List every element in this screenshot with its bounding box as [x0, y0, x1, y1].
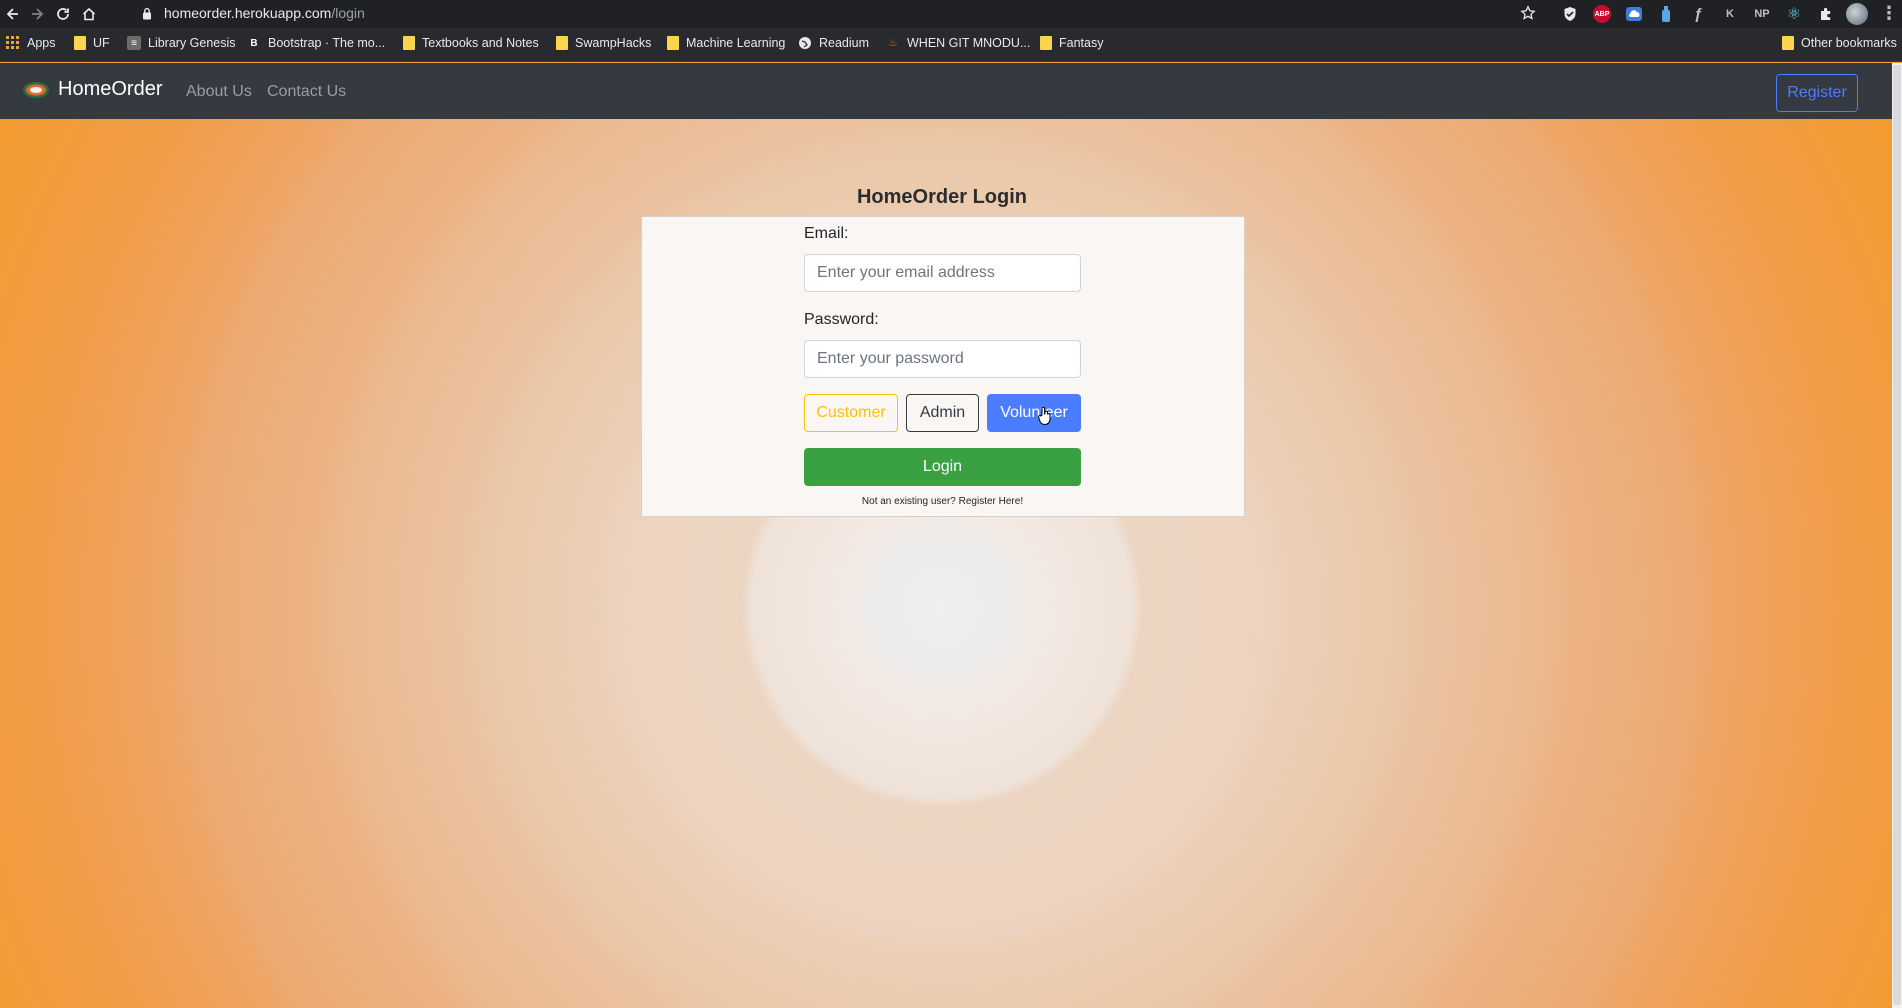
adblock-icon[interactable]: ABP	[1590, 4, 1614, 24]
np-icon[interactable]: NP	[1750, 4, 1774, 24]
folder-icon	[403, 36, 415, 50]
bookmarks-bar: Apps UF ≡ Library Genesis B Bootstrap · Th…	[0, 28, 1902, 62]
bookmark-readium[interactable]: Readium	[798, 36, 869, 50]
menu-icon[interactable]: ⋮	[1880, 4, 1898, 22]
cloud-icon[interactable]	[1622, 4, 1646, 24]
reload-icon[interactable]	[52, 3, 74, 25]
email-label: Email:	[804, 225, 849, 242]
password-field[interactable]	[804, 340, 1081, 378]
bookmark-other[interactable]: Other bookmarks	[1782, 36, 1897, 50]
git-meme-icon: ♨	[888, 37, 898, 49]
home-icon[interactable]	[78, 3, 100, 25]
hand-cursor-icon	[1038, 406, 1051, 426]
login-button[interactable]: Login	[804, 448, 1081, 486]
book-icon: ≡	[127, 36, 141, 50]
login-title: HomeOrder Login	[856, 186, 1027, 208]
react-icon[interactable]: ⚛	[1782, 4, 1806, 24]
k-icon[interactable]: K	[1718, 4, 1742, 24]
back-icon[interactable]	[2, 3, 24, 25]
gator-logo-icon	[23, 81, 49, 98]
bookmark-machine-learning[interactable]: Machine Learning	[667, 36, 785, 50]
app-navbar: HomeOrder About Us Contact Us Register	[0, 63, 1892, 119]
browser-toolbar: homeorder.herokuapp.com/login ABP ƒ K NP…	[0, 0, 1902, 28]
bookmark-library-genesis[interactable]: ≡ Library Genesis	[127, 36, 236, 50]
password-label: Password:	[804, 311, 879, 328]
extensions-bar: ABP ƒ K NP ⚛	[1558, 3, 1868, 25]
star-icon[interactable]	[1520, 5, 1536, 21]
brand[interactable]: HomeOrder	[22, 78, 162, 101]
admin-role-button[interactable]: Admin	[906, 394, 979, 432]
nav-contact-us[interactable]: Contact Us	[267, 83, 346, 101]
apps-grid-icon	[6, 36, 19, 49]
puzzle-icon[interactable]	[1814, 4, 1838, 24]
bookmark-textbooks[interactable]: Textbooks and Notes	[403, 36, 539, 50]
forward-icon[interactable]	[26, 3, 48, 25]
scrollbar-thumb[interactable]	[1893, 65, 1901, 1005]
folder-icon	[667, 36, 679, 50]
register-button[interactable]: Register	[1776, 74, 1858, 112]
shield-icon[interactable]	[1558, 4, 1582, 24]
f-icon[interactable]: ƒ	[1686, 4, 1710, 24]
bookmark-fantasy[interactable]: Fantasy	[1040, 36, 1103, 50]
folder-icon	[1782, 36, 1794, 50]
bootstrap-icon: B	[250, 37, 258, 49]
profile-avatar[interactable]	[1846, 3, 1868, 25]
bookmark-bootstrap[interactable]: B Bootstrap · The mo...	[247, 36, 385, 50]
bookmark-uf[interactable]: UF	[74, 36, 110, 50]
folder-icon	[1040, 36, 1052, 50]
bookmark-swamphacks[interactable]: SwampHacks	[556, 36, 651, 50]
folder-icon	[74, 36, 86, 50]
globe-icon	[799, 37, 811, 49]
bottle-icon[interactable]	[1654, 4, 1678, 24]
customer-role-button[interactable]: Customer	[804, 394, 898, 432]
lock-icon	[143, 7, 151, 20]
bookmark-git[interactable]: ♨ WHEN GIT MNODU...	[886, 36, 1031, 50]
email-field[interactable]	[804, 254, 1081, 292]
url-text[interactable]: homeorder.herokuapp.com/login	[164, 5, 365, 21]
folder-icon	[556, 36, 568, 50]
volunteer-role-button[interactable]: Volunteer	[987, 394, 1081, 432]
register-here-link[interactable]: Not an existing user? Register Here!	[804, 496, 1081, 507]
bookmark-apps[interactable]: Apps	[6, 36, 56, 50]
nav-about-us[interactable]: About Us	[186, 83, 252, 101]
